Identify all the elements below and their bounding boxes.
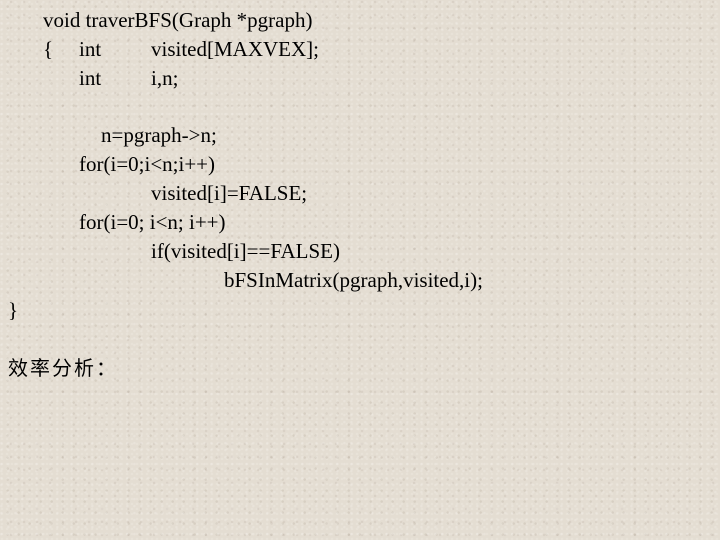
for-loop-init: for(i=0;i<n;i++) xyxy=(79,152,216,176)
decl-visited: visited[MAXVEX]; xyxy=(151,37,319,61)
assign-n-statement: n=pgraph->n; xyxy=(101,123,217,147)
decl-i-n: i,n; xyxy=(151,66,179,90)
decl-type-int: int xyxy=(79,37,102,61)
for-loop-traverse: for(i=0; i<n; i++) xyxy=(79,210,226,234)
efficiency-analysis-heading: 效率分析： xyxy=(8,356,118,380)
open-brace: { xyxy=(43,37,54,61)
bfs-call-statement: bFSInMatrix(pgraph,visited,i); xyxy=(224,268,483,292)
close-brace: } xyxy=(8,298,19,322)
function-signature: void traverBFS(Graph *pgraph) xyxy=(43,8,313,32)
decl-type-int: int xyxy=(79,66,102,90)
if-unvisited-statement: if(visited[i]==FALSE) xyxy=(151,239,340,263)
slide: { "code": { "signature": "void traverBFS… xyxy=(0,0,720,540)
visited-reset-statement: visited[i]=FALSE; xyxy=(151,181,308,205)
